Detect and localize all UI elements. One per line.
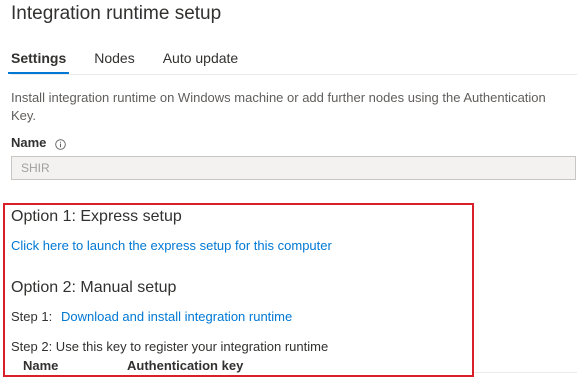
name-label: Name: [11, 135, 47, 150]
tab-divider: [11, 74, 577, 75]
download-runtime-link[interactable]: Download and install integration runtime: [61, 309, 292, 324]
tab-auto-update[interactable]: Auto update: [163, 48, 239, 74]
option1-heading: Option 1: Express setup: [11, 208, 182, 225]
tab-bar: Settings Nodes Auto update: [7, 48, 266, 74]
table-divider: [474, 372, 577, 373]
step1-label: Step 1:: [11, 309, 53, 324]
column-header-name: Name: [23, 358, 59, 373]
option2-heading: Option 2: Manual setup: [11, 279, 177, 296]
info-icon[interactable]: [55, 137, 67, 150]
column-header-authentication-key: Authentication key: [127, 358, 244, 373]
express-setup-link[interactable]: Click here to launch the express setup f…: [11, 238, 332, 253]
page-title: Integration runtime setup: [11, 3, 222, 24]
tab-settings[interactable]: Settings: [7, 48, 70, 74]
tab-nodes[interactable]: Nodes: [94, 48, 134, 74]
step2-text: Step 2: Use this key to register your in…: [11, 339, 329, 354]
name-field[interactable]: SHIR: [11, 156, 576, 180]
name-label-row: Name: [11, 135, 67, 150]
description-text: Install integration runtime on Windows m…: [11, 90, 546, 123]
